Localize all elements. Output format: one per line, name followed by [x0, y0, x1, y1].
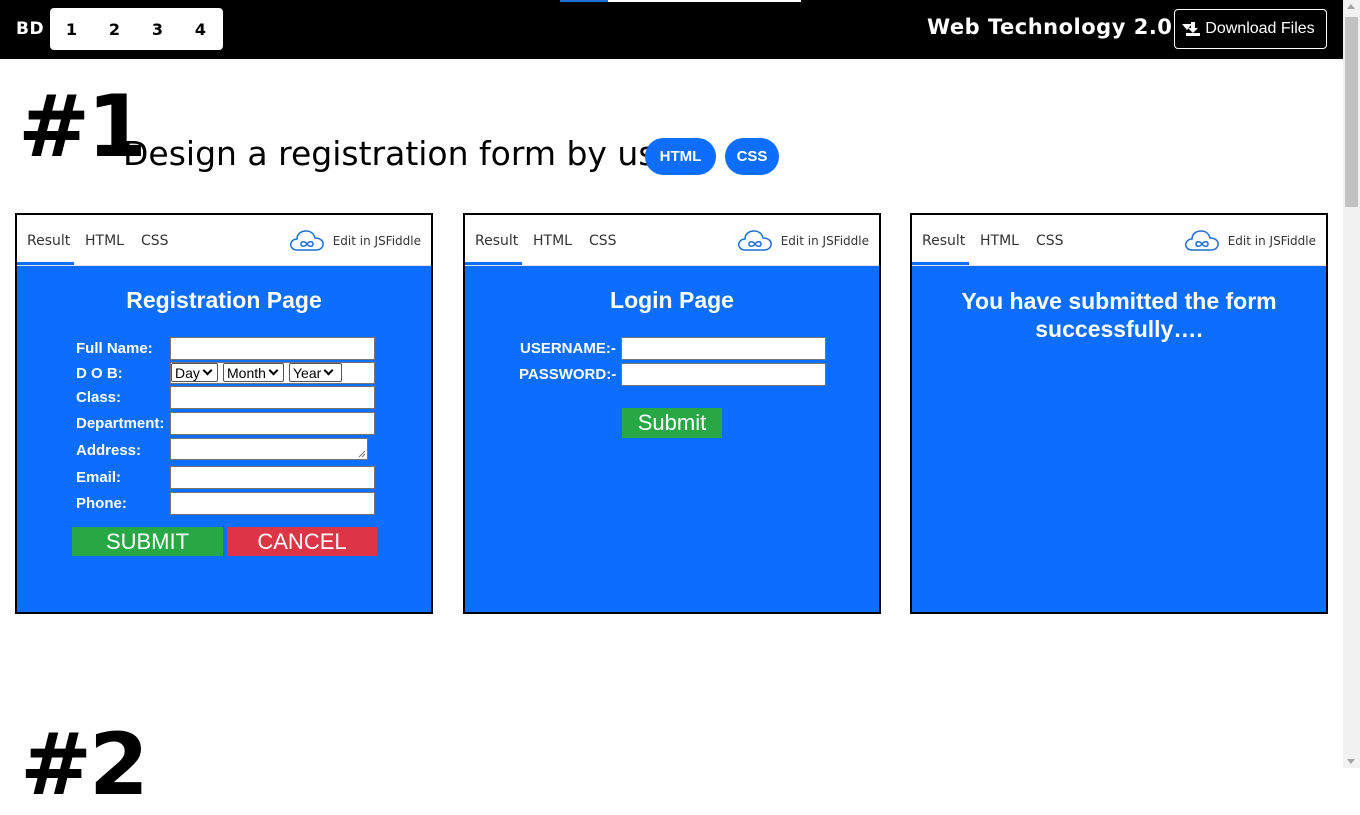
jsfiddle-cloud-icon — [289, 230, 324, 251]
password-label: PASSWORD:- — [519, 366, 617, 383]
tag-css: CSS — [725, 138, 779, 175]
dob-year-select[interactable]: Year — [289, 363, 342, 382]
tab-html[interactable]: HTML — [85, 233, 124, 249]
full-name-label: Full Name: — [76, 340, 153, 357]
chevron-down-icon — [323, 365, 334, 376]
download-icon — [1186, 22, 1201, 36]
dob-year-value: Year — [293, 364, 322, 381]
tab-css[interactable]: CSS — [589, 233, 617, 249]
success-result: You have submitted the form successfully… — [912, 266, 1326, 612]
fiddle-tabs: Result HTML CSS Edit in JSFiddle — [465, 215, 879, 266]
department-label: Department: — [76, 415, 165, 432]
scroll-down-icon[interactable] — [1347, 759, 1355, 764]
edit-in-jsfiddle-link[interactable]: Edit in JSFiddle — [737, 229, 869, 253]
site-title-dropdown[interactable]: Web Technology 2.0 — [927, 15, 1193, 39]
submit-button[interactable]: SUBMIT — [72, 527, 223, 556]
dob-field: Day Month Year — [170, 362, 375, 384]
edit-in-jsfiddle-label: Edit in JSFiddle — [780, 234, 869, 248]
page-switcher: 1 2 3 4 — [50, 8, 223, 50]
password-input[interactable] — [621, 363, 826, 386]
success-message: You have submitted the form successfully… — [961, 288, 1277, 342]
brand-label[interactable]: BD — [16, 19, 44, 39]
chevron-down-icon — [202, 365, 213, 376]
download-files-button[interactable]: Download Files — [1174, 9, 1327, 49]
chevron-down-icon — [268, 365, 279, 376]
dob-label: D O B: — [76, 365, 123, 382]
username-label: USERNAME:- — [520, 340, 616, 357]
page-link-4[interactable]: 4 — [179, 20, 222, 39]
tab-css[interactable]: CSS — [141, 233, 169, 249]
scroll-up-icon[interactable] — [1347, 4, 1355, 9]
page-link-2[interactable]: 2 — [93, 20, 136, 39]
tab-html[interactable]: HTML — [533, 233, 572, 249]
class-input[interactable] — [170, 386, 375, 409]
login-title: Login Page — [610, 287, 734, 313]
edit-in-jsfiddle-label: Edit in JSFiddle — [1227, 234, 1316, 248]
phone-label: Phone: — [76, 495, 127, 512]
username-input[interactable] — [621, 337, 826, 360]
fiddle-registration: Result HTML CSS Edit in JSFiddle Registr… — [15, 213, 433, 614]
page-link-1[interactable]: 1 — [50, 20, 93, 39]
email-input[interactable] — [170, 466, 375, 489]
active-tab-indicator — [912, 262, 969, 265]
active-tab-indicator — [17, 262, 74, 265]
tag-html: HTML — [645, 138, 716, 175]
tab-css[interactable]: CSS — [1036, 233, 1064, 249]
registration-title: Registration Page — [126, 287, 322, 313]
dob-month-value: Month — [227, 364, 266, 381]
login-submit-button[interactable]: Submit — [622, 408, 722, 438]
address-label: Address: — [76, 442, 142, 459]
edit-in-jsfiddle-link[interactable]: Edit in JSFiddle — [1184, 229, 1316, 253]
class-label: Class: — [76, 389, 122, 406]
department-input[interactable] — [170, 412, 375, 435]
registration-result: Registration Page Full Name: D O B: Day … — [17, 266, 431, 612]
jsfiddle-cloud-icon — [737, 230, 772, 251]
fiddle-tabs: Result HTML CSS Edit in JSFiddle — [17, 215, 431, 266]
tab-result[interactable]: Result — [475, 233, 518, 249]
tab-result[interactable]: Result — [27, 233, 70, 249]
top-navbar: BD 1 2 3 4 Web Technology 2.0 Download F… — [0, 0, 1343, 59]
active-tab-indicator — [465, 262, 522, 265]
page-scrollbar[interactable] — [1343, 0, 1360, 768]
scrollbar-thumb[interactable] — [1345, 17, 1358, 207]
cancel-button[interactable]: CANCEL — [227, 527, 377, 556]
edit-in-jsfiddle-link[interactable]: Edit in JSFiddle — [289, 229, 421, 253]
dob-month-select[interactable]: Month — [223, 363, 284, 382]
resize-handle-icon — [358, 450, 366, 458]
fiddle-tabs: Result HTML CSS Edit in JSFiddle — [912, 215, 1326, 266]
email-label: Email: — [76, 469, 122, 486]
download-files-label: Download Files — [1205, 20, 1315, 37]
tab-html[interactable]: HTML — [980, 233, 1019, 249]
site-title: Web Technology 2.0 — [927, 15, 1173, 39]
dob-day-value: Day — [175, 364, 200, 381]
dob-day-select[interactable]: Day — [171, 363, 218, 382]
progress-accent — [560, 0, 801, 2]
next-section-number: #2 — [20, 715, 149, 815]
fiddle-login: Result HTML CSS Edit in JSFiddle Login P… — [463, 213, 881, 614]
page-link-3[interactable]: 3 — [136, 20, 179, 39]
phone-input[interactable] — [170, 492, 375, 515]
jsfiddle-cloud-icon — [1184, 230, 1219, 251]
full-name-input[interactable] — [170, 337, 375, 360]
fiddle-success: Result HTML CSS Edit in JSFiddle You hav… — [910, 213, 1328, 614]
tab-result[interactable]: Result — [922, 233, 965, 249]
edit-in-jsfiddle-label: Edit in JSFiddle — [332, 234, 421, 248]
section-title: Design a registration form by using — [123, 134, 707, 173]
address-textarea[interactable] — [170, 438, 368, 460]
login-result: Login Page USERNAME:- PASSWORD:- Submit — [465, 266, 879, 612]
